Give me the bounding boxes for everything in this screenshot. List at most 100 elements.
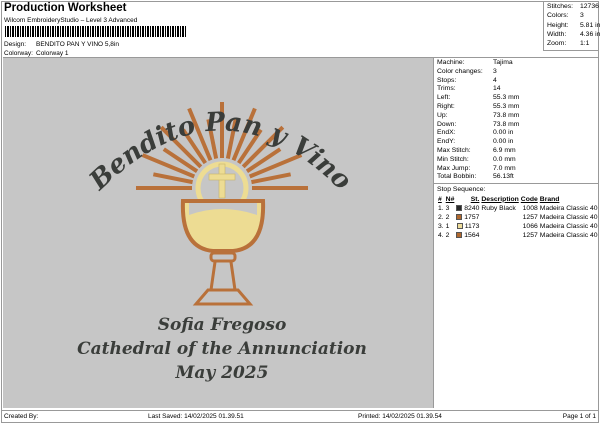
stop-sequence: Stop Sequence: # N# St. Description Code Bran…: [434, 184, 599, 241]
row-value: 4: [493, 76, 497, 84]
thread-brand: Madeira Classic 40: [539, 223, 598, 231]
page-title: Production Worksheet: [4, 2, 127, 14]
description: Ruby Black: [481, 204, 516, 212]
colorway: Colorway: Colorway 1: [4, 50, 69, 57]
description: [480, 222, 519, 231]
stat-row: Width: 4.36 in: [547, 30, 600, 39]
stat-row: Colors: 3: [547, 11, 596, 20]
thread-brand: Madeira Classic 40: [539, 204, 598, 212]
row-value: 56.13ft: [493, 173, 514, 181]
row-label: Color changes:: [437, 67, 483, 75]
info-row: Total Bobbin: 56.13ft: [437, 173, 596, 182]
design-name: Design: BENDITO PAN Y VINO 5,8in: [4, 41, 119, 48]
table-row: 1. 3 8240 Ruby Black 1008 Madeira Classic 40: [437, 204, 599, 213]
stitch-count: 8240: [464, 204, 480, 212]
stop-sequence-title: Stop Sequence:: [437, 186, 486, 194]
color-swatch: [456, 204, 463, 211]
info-row: Left: 55.3 mm: [437, 94, 596, 103]
row-label: Colors:: [547, 12, 569, 20]
thread-code: 1257: [522, 213, 538, 221]
row-value: 14: [493, 85, 501, 93]
row-label: Left:: [437, 94, 451, 102]
design-line-1: Sofia Fregoso: [158, 315, 287, 335]
thread-code: 1257: [522, 232, 538, 240]
column-header: #: [438, 195, 442, 203]
table-row: 3. 1 1173 1066 Madeira Classic 40: [437, 222, 599, 231]
column-header: Brand: [539, 195, 560, 203]
info-panel: Machine: Tajima Color changes: 3 Stops: 4 Trim…: [433, 57, 599, 408]
cross-vertical: [218, 163, 226, 199]
needle-number: 1: [445, 223, 450, 231]
needle-number: 2: [445, 213, 450, 221]
row-label: Trims:: [437, 85, 456, 93]
last-saved: Last Saved: 14/02/2025 01.39.51: [148, 413, 244, 420]
row-label: Machine:: [437, 59, 465, 66]
row-value: 0.00 in: [493, 138, 514, 146]
machine-info: Machine: Tajima Color changes: 3 Stops: 4 Trim…: [434, 58, 599, 185]
row-value: 1:1: [580, 40, 590, 48]
stop-number: 2.: [438, 213, 444, 221]
footer: Created By: Last Saved: 14/02/2025 01.39…: [2, 410, 598, 422]
row-label: Stitches:: [547, 3, 574, 10]
info-row: Machine: Tajima: [437, 59, 596, 68]
info-row: Up: 73.8 mm: [437, 112, 596, 121]
barcode: [5, 26, 187, 37]
row-label: Zoom:: [547, 40, 567, 48]
info-row: Max Stitch: 6.9 mm: [437, 147, 596, 156]
row-label: Max Jump:: [437, 164, 471, 172]
row-value: 5.81 in: [580, 21, 600, 29]
chalice-knot: [209, 251, 237, 263]
software-name: Wilcom EmbroideryStudio – Level 3 Advanc…: [4, 17, 138, 24]
row-label: Min Stitch:: [437, 155, 469, 163]
column-header: Code: [520, 195, 538, 203]
row-label: Down:: [437, 120, 457, 128]
stitch-count: 1173: [464, 223, 480, 231]
row-value: 4.36 in: [580, 30, 600, 38]
info-row: EndX: 0.00 in: [437, 129, 596, 138]
color-swatch: [456, 232, 463, 239]
row-value: 73.8 mm: [493, 120, 520, 128]
chalice-stem: [209, 261, 237, 291]
row-label: Stops:: [437, 76, 457, 84]
thread-code: 1008: [522, 204, 538, 212]
chalice-base: [192, 288, 254, 306]
thread-brand: Madeira Classic 40: [539, 232, 598, 240]
column-header: N#: [445, 195, 455, 203]
stitch-count: 1564: [464, 232, 480, 240]
info-row: Min Stitch: 0.0 mm: [437, 156, 596, 165]
thread-code: 1066: [522, 223, 538, 231]
stop-number: 1.: [438, 204, 444, 212]
row-value: 3: [580, 12, 584, 20]
row-value: 0.00 in: [493, 129, 514, 137]
row-value: 7.0 mm: [493, 164, 516, 172]
stitch-count: 1757: [464, 213, 480, 221]
row-label: Width:: [547, 30, 567, 38]
column-header: Description: [481, 195, 519, 203]
row-label: Total Bobbin:: [437, 173, 477, 181]
stat-row: Stitches: 12736: [547, 2, 599, 11]
row-value: 0.0 mm: [493, 155, 516, 163]
row-value: 55.3 mm: [493, 94, 520, 102]
cross-horizontal: [208, 173, 236, 181]
info-row: Stops: 4: [437, 77, 596, 86]
row-label: Up:: [437, 111, 448, 119]
page-number: Page 1 of 1: [562, 413, 596, 420]
needle-number: 3: [445, 204, 450, 212]
design-line-2: Cathedral of the Annunciation: [77, 339, 367, 359]
row-value: Tajima: [493, 59, 513, 66]
stat-row: Height: 5.81 in: [547, 21, 600, 30]
row-value: 55.3 mm: [493, 102, 520, 110]
design-preview: Bendito Pan y Vino Sofia Fregoso Cathedr…: [3, 57, 433, 408]
row-label: EndY:: [437, 138, 456, 146]
stats-box: Stitches: 12736 Colors: 3 Height: 5.81 in Widt…: [543, 1, 600, 51]
table-row: 2. 2 1757 1257 Madeira Classic 40: [437, 213, 599, 222]
info-row: EndY: 0.00 in: [437, 138, 596, 147]
stop-number: 4.: [438, 232, 444, 240]
info-row: Max Jump: 7.0 mm: [437, 165, 596, 174]
row-value: 3: [493, 67, 497, 75]
info-row: Color changes: 3: [437, 68, 596, 77]
stop-number: 3.: [438, 223, 444, 231]
row-value: 12736: [580, 3, 599, 10]
design-line-3: May 2025: [175, 363, 269, 383]
row-label: Height:: [547, 21, 569, 29]
